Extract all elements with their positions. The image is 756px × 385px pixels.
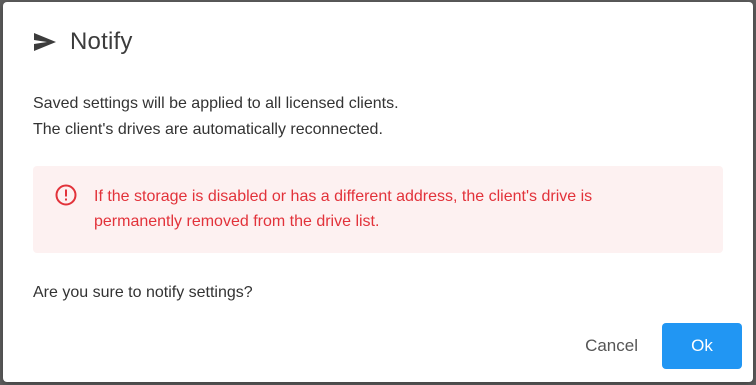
- notify-dialog: Notify Saved settings will be applied to…: [3, 2, 753, 382]
- message-line-2: The client's drives are automatically re…: [33, 121, 383, 138]
- dialog-message: Saved settings will be applied to all li…: [33, 91, 399, 143]
- error-circle-icon: [54, 183, 78, 207]
- confirm-question: Are you sure to notify settings?: [33, 284, 253, 301]
- dialog-actions: Cancel Ok: [575, 323, 742, 369]
- dialog-header: Notify: [33, 26, 133, 58]
- cancel-button[interactable]: Cancel: [575, 323, 648, 369]
- alert-line-2: permanently removed from the drive list.: [94, 213, 380, 230]
- message-line-1: Saved settings will be applied to all li…: [33, 95, 399, 112]
- send-icon: [33, 31, 59, 53]
- alert-line-1: If the storage is disabled or has a diff…: [94, 188, 593, 205]
- dialog-title: Notify: [70, 28, 133, 55]
- alert-text: If the storage is disabled or has a diff…: [94, 184, 694, 234]
- ok-button[interactable]: Ok: [662, 323, 742, 369]
- warning-alert: If the storage is disabled or has a diff…: [33, 166, 723, 253]
